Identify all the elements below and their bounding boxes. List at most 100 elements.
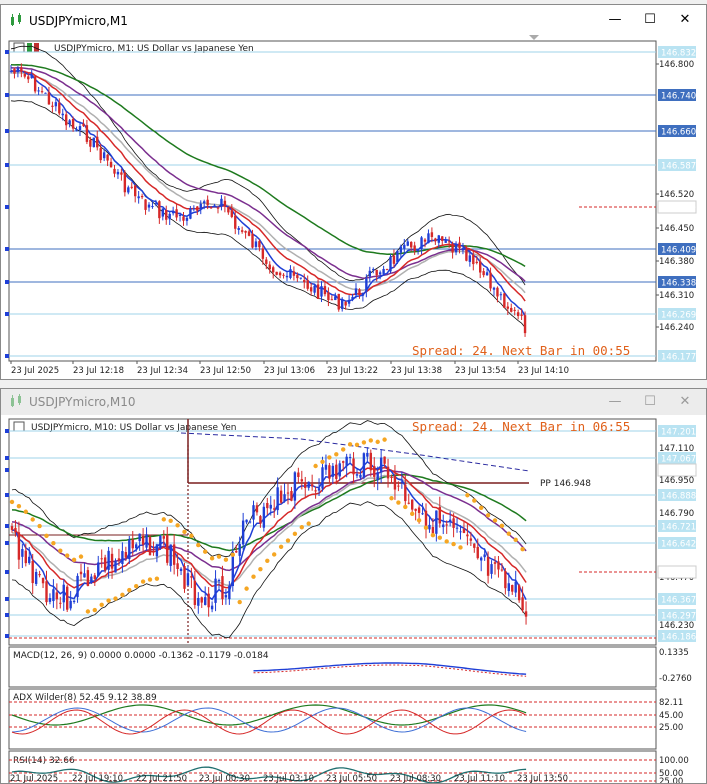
- candle: [102, 152, 106, 159]
- price-scale-label: 146.240: [659, 323, 694, 333]
- price-scale-label: 146.520: [659, 190, 694, 200]
- candle: [482, 271, 485, 276]
- parabolic-sar-dot: [313, 463, 318, 469]
- candle: [203, 201, 206, 204]
- candle: [510, 307, 513, 312]
- candle: [347, 299, 351, 304]
- candle: [40, 91, 44, 93]
- time-axis-label: 23 Jul 05:50: [326, 774, 377, 784]
- candle: [331, 465, 335, 477]
- candle: [268, 264, 271, 270]
- candle: [28, 556, 31, 564]
- parabolic-sar-dot: [16, 503, 22, 509]
- level-marker: [5, 524, 9, 528]
- candle: [383, 456, 386, 464]
- minimize-button[interactable]: —: [598, 389, 632, 415]
- candle: [278, 272, 282, 276]
- candle: [330, 299, 334, 301]
- parabolic-sar-dot: [485, 513, 491, 518]
- candle: [90, 576, 93, 583]
- parabolic-sar-dot: [51, 540, 56, 546]
- candle: [121, 551, 124, 564]
- chart-window-m1[interactable]: USDJPYmicro,M1 — ☐ ✕ USDJPYmicro, M1: US…: [0, 4, 707, 380]
- price-chart-m1[interactable]: USDJPYmicro, M1: US Dollar vs Japanese Y…: [1, 35, 707, 380]
- candle: [320, 286, 323, 297]
- candle: [116, 171, 120, 175]
- candle: [455, 527, 459, 529]
- window-titlebar[interactable]: USDJPYmicro,M1 — ☐ ✕: [1, 5, 706, 35]
- candle: [275, 271, 278, 275]
- level-marker: [5, 280, 9, 284]
- time-axis-label: 21 Jul 2025: [10, 774, 58, 784]
- candle: [52, 589, 55, 602]
- candle: [486, 557, 490, 576]
- chart-window-m10[interactable]: USDJPYmicro,M10 — ☐ ✕ USDJPYmicro, M10: …: [0, 388, 707, 784]
- candle: [392, 255, 396, 264]
- maximize-button[interactable]: ☐: [633, 389, 667, 415]
- candle: [72, 600, 76, 603]
- minimize-button[interactable]: —: [598, 5, 632, 35]
- candle: [466, 534, 469, 537]
- parabolic-sar-dot: [278, 544, 284, 549]
- candle: [469, 538, 473, 541]
- candle: [385, 269, 389, 271]
- maximize-button[interactable]: ☐: [633, 5, 667, 35]
- close-button[interactable]: ✕: [668, 5, 702, 35]
- candle: [193, 580, 197, 605]
- candle: [147, 204, 151, 208]
- candle: [285, 275, 289, 278]
- candle: [259, 516, 262, 524]
- candle: [231, 551, 234, 587]
- candle: [483, 554, 486, 558]
- candle: [235, 551, 238, 553]
- plot-area[interactable]: [8, 418, 657, 646]
- parabolic-sar-dot: [223, 557, 229, 562]
- parabolic-sar-dot: [58, 548, 63, 553]
- candle: [300, 479, 303, 482]
- candle: [82, 123, 85, 126]
- close-button[interactable]: ✕: [668, 389, 702, 415]
- candle: [148, 536, 152, 556]
- parabolic-sar-dot: [382, 437, 387, 442]
- parabolic-sar-dot: [23, 509, 28, 514]
- adx-scale-label: 82.11: [659, 698, 683, 708]
- candle: [152, 551, 155, 553]
- candle: [190, 576, 193, 578]
- plot-area[interactable]: [8, 40, 657, 362]
- parabolic-sar-dot: [65, 553, 70, 558]
- candle: [327, 292, 330, 301]
- candle: [417, 507, 421, 513]
- window-title: USDJPYmicro,M1: [29, 14, 128, 28]
- candle: [34, 571, 38, 584]
- candle: [224, 595, 228, 598]
- candle: [261, 248, 265, 259]
- candle: [427, 233, 430, 244]
- candle: [303, 280, 306, 283]
- candle: [500, 569, 504, 571]
- window-titlebar[interactable]: USDJPYmicro,M10 — ☐ ✕: [1, 389, 706, 415]
- candle: [351, 296, 354, 300]
- spread-countdown: Spread: 24. Next Bar in 00:55: [412, 343, 630, 358]
- price-level-label: 146.409: [661, 246, 696, 256]
- time-axis-label: 23 Jul 13:22: [327, 366, 378, 376]
- shift-marker-icon[interactable]: [529, 35, 539, 40]
- parabolic-sar-dot: [99, 602, 104, 607]
- parabolic-sar-dot: [375, 439, 380, 445]
- price-chart-m10[interactable]: USDJPYmicro, M10: US Dollar vs Japanese …: [1, 415, 707, 784]
- parabolic-sar-dot: [472, 498, 477, 503]
- parabolic-sar-dot: [258, 566, 263, 572]
- price-level-label: 147.067: [661, 455, 696, 465]
- candle: [272, 267, 275, 273]
- time-axis-label: 23 Jul 03:10: [263, 774, 314, 784]
- candle: [337, 293, 340, 310]
- parabolic-sar-dot: [416, 518, 422, 523]
- candle: [155, 544, 159, 557]
- candle: [475, 261, 478, 264]
- parabolic-sar-dot: [120, 592, 125, 598]
- time-axis-label: 23 Jul 12:50: [200, 366, 251, 376]
- candle: [159, 535, 162, 549]
- candle: [441, 236, 444, 241]
- candle: [480, 557, 483, 561]
- time-axis-label: 23 Jul 14:10: [518, 366, 569, 376]
- candle: [183, 566, 186, 589]
